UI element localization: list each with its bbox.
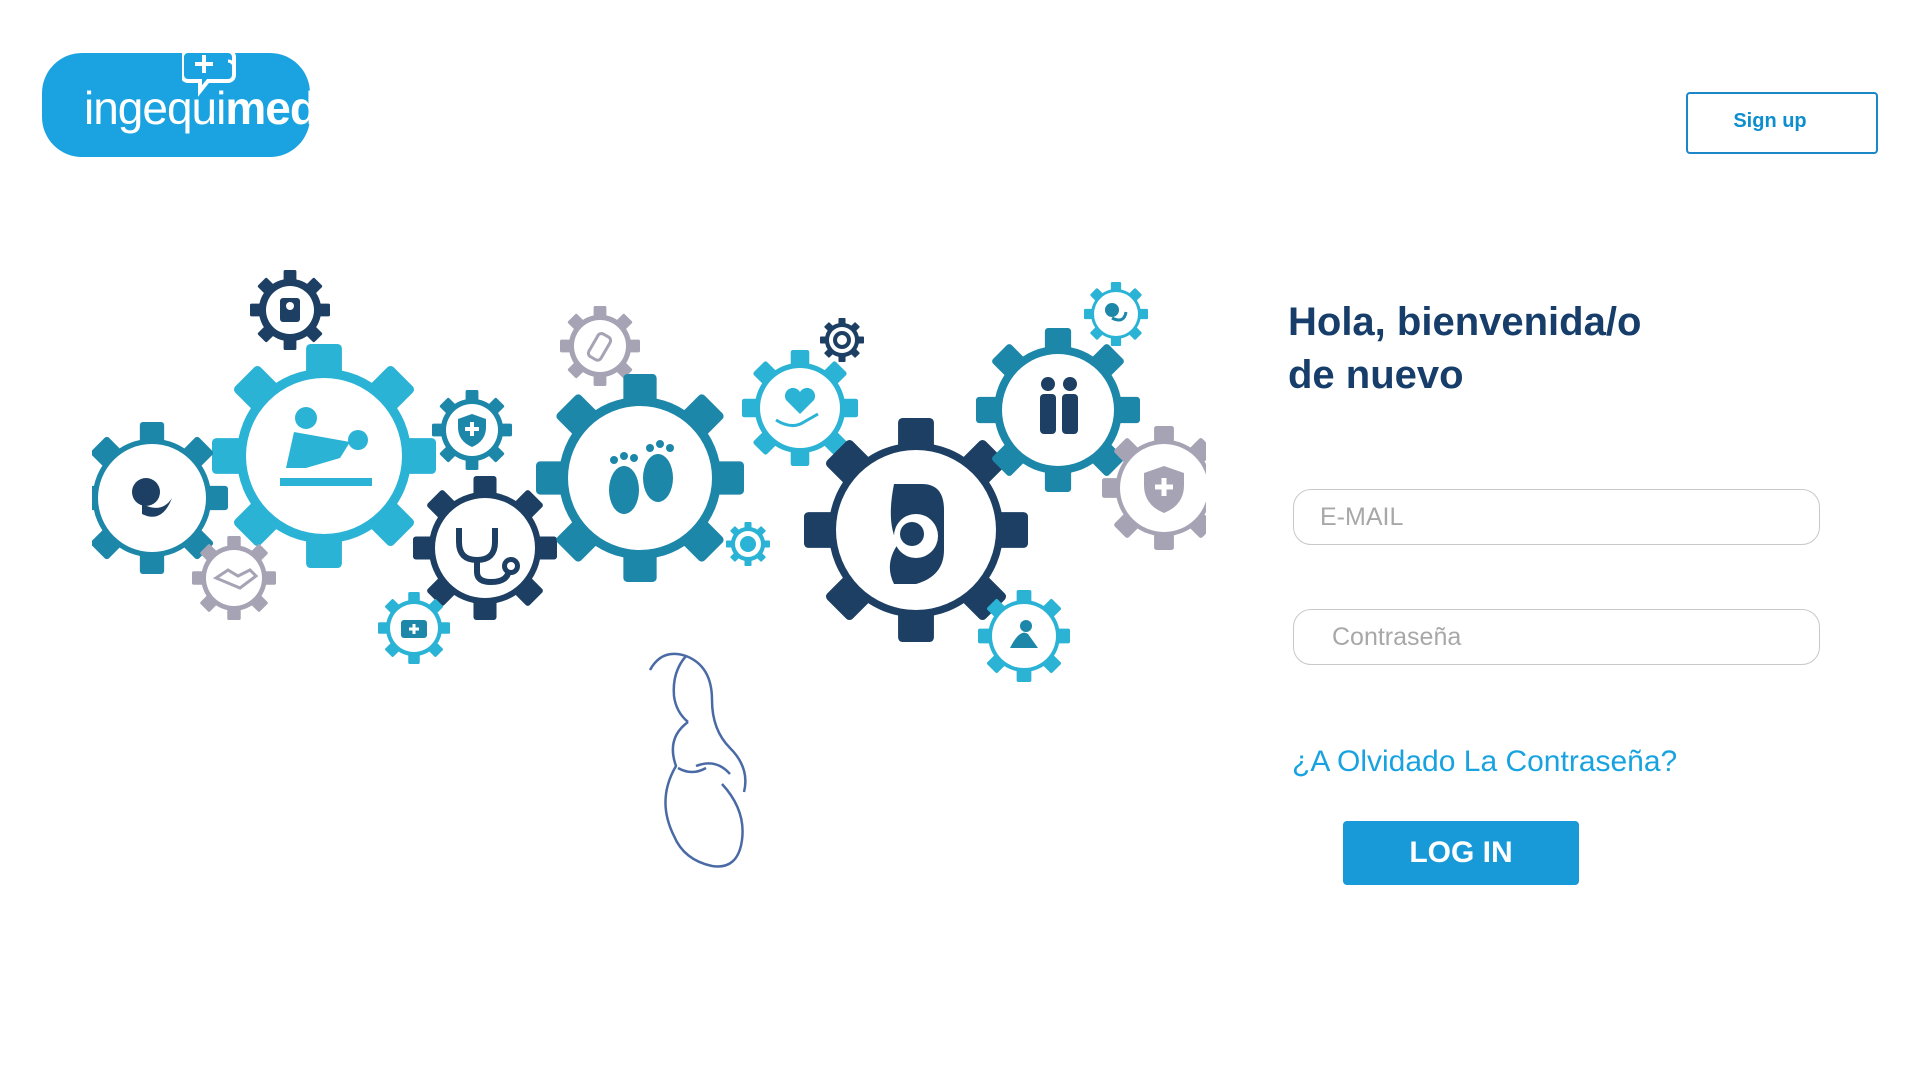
brand-name-light: ingequi	[84, 82, 226, 134]
welcome-line1: Hola, bienvenida/o	[1288, 300, 1642, 344]
signup-button[interactable]: Sign up	[1686, 92, 1878, 154]
medical-kit-icon	[378, 592, 450, 664]
brand-logo[interactable]: ingequimed	[42, 49, 318, 157]
shield-plus-icon	[1102, 426, 1206, 550]
welcome-line2: de nuevo	[1288, 353, 1464, 397]
baby-icon	[978, 590, 1070, 682]
footprints-icon	[536, 374, 744, 582]
password-input[interactable]	[1293, 609, 1820, 665]
scale-icon	[250, 270, 330, 350]
shield-plus-icon	[432, 390, 512, 470]
hero-illustration	[92, 270, 1206, 868]
stethoscope-icon	[413, 476, 557, 620]
baby-icon	[1084, 282, 1148, 346]
forgot-password-link[interactable]: ¿A Olvidado La Contraseña?	[1292, 745, 1677, 779]
family-icon	[976, 328, 1140, 492]
welcome-heading: Hola, bienvenida/o de nuevo	[1288, 296, 1808, 402]
login-button[interactable]: LOG IN	[1343, 821, 1579, 885]
brand-name: ingequimed	[84, 82, 318, 134]
pregnant-woman-icon	[648, 652, 747, 868]
brand-name-bold: med	[225, 82, 318, 134]
handshake-icon	[192, 536, 276, 620]
mother-child-icon	[212, 344, 436, 568]
email-input[interactable]	[1293, 489, 1820, 545]
